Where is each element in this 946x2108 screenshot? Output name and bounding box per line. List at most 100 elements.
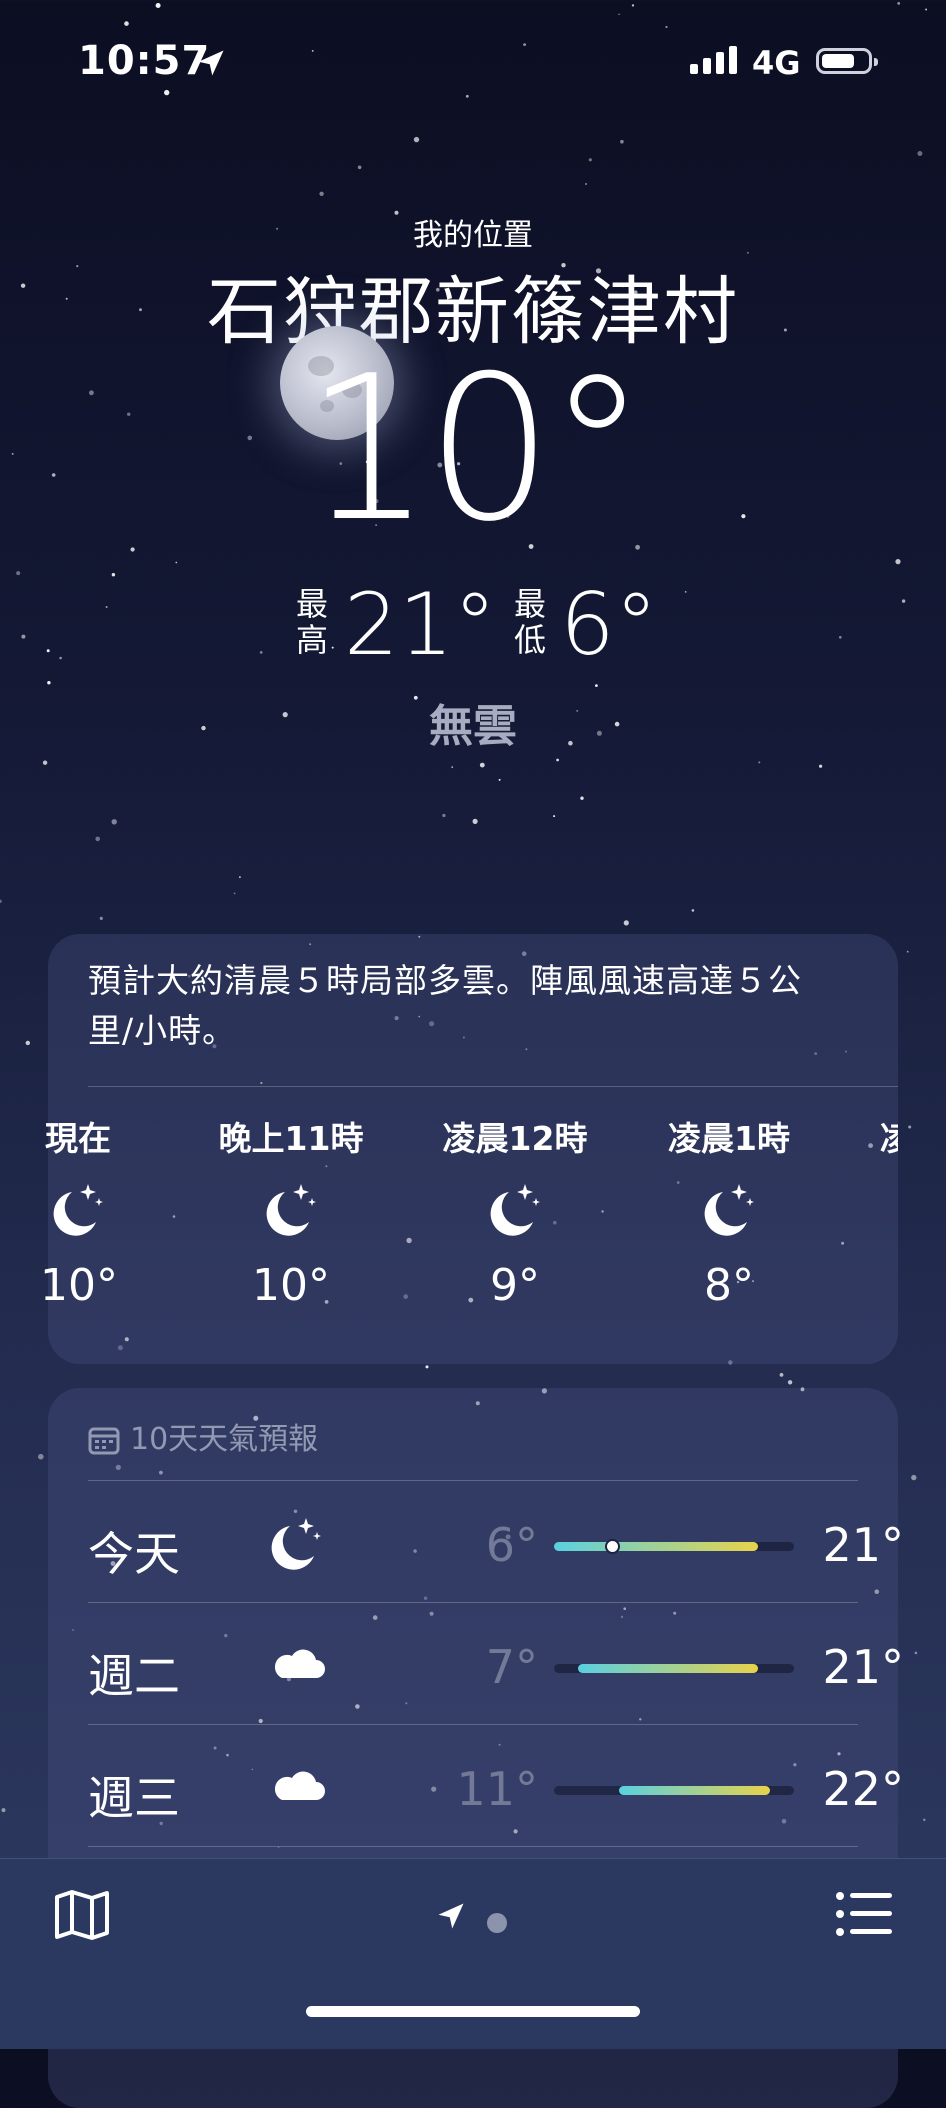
calendar-icon: [88, 1427, 120, 1455]
battery-icon: [816, 48, 878, 74]
home-indicator[interactable]: [306, 2006, 640, 2017]
hour-item: 現在 10°: [40, 1112, 118, 1311]
star: [917, 151, 923, 156]
temperature-range-bar: [554, 1539, 794, 1554]
star: [357, 165, 362, 170]
high-label: 最高: [295, 585, 328, 659]
star: [238, 876, 241, 879]
star: [914, 1651, 918, 1655]
star: [99, 916, 103, 921]
hour-label: 凌晨1時: [668, 1119, 790, 1158]
day-row[interactable]: 週二 7° 21°: [88, 1604, 904, 1724]
current-temperature: 10°: [304, 333, 648, 566]
hour-temperature: 10°: [252, 1260, 330, 1311]
day-row-today[interactable]: 今天 6° 21°: [88, 1482, 904, 1602]
hour-temperature: 9°: [490, 1260, 540, 1311]
hour-label: 凌: [880, 1119, 898, 1158]
star: [908, 1125, 912, 1129]
star: [233, 892, 236, 895]
star: [442, 813, 446, 818]
temperature-range-fill: [578, 1664, 758, 1673]
star: [111, 819, 117, 825]
row-divider: [88, 1724, 858, 1725]
star: [47, 681, 51, 685]
low-temperature: 6°: [560, 575, 658, 675]
cloud-icon: [274, 1771, 325, 1800]
moon-stars-icon: [266, 1184, 316, 1236]
forecast-summary: 預計大約清晨５時局部多雲。陣風風速高達５公里/小時。: [88, 961, 802, 1050]
day-label: 今天: [88, 1527, 180, 1581]
day-low: 11°: [456, 1762, 538, 1816]
hour-temperature: 10°: [40, 1260, 118, 1311]
star: [479, 762, 485, 768]
star: [0, 899, 2, 903]
page-indicator-dot[interactable]: [487, 1913, 507, 1933]
day-high: 21°: [822, 1518, 904, 1572]
star: [451, 766, 454, 768]
star: [111, 573, 116, 577]
star: [556, 758, 559, 762]
network-type: 4G: [752, 44, 801, 82]
cloud-icon: [274, 1649, 325, 1678]
card-divider: [88, 1480, 858, 1481]
star: [911, 1474, 917, 1481]
star: [580, 796, 584, 800]
star: [895, 559, 901, 565]
high-temperature: 21°: [344, 575, 497, 675]
temperature-range-fill: [618, 1786, 770, 1795]
hour-label: 晚上11時: [218, 1119, 364, 1158]
moon-stars-icon: [53, 1184, 103, 1236]
low-label: 最低: [513, 585, 546, 659]
status-bar: 10:57 4G: [0, 0, 946, 120]
hour-item: 凌晨12時 9°: [440, 1112, 590, 1311]
row-divider: [88, 1602, 858, 1603]
star: [620, 139, 624, 144]
star: [779, 1373, 784, 1377]
list-icon[interactable]: [836, 1891, 892, 1937]
star: [16, 571, 21, 576]
temperature-range-fill: [554, 1542, 758, 1551]
star: [588, 158, 592, 162]
star: [623, 920, 629, 926]
star: [25, 1040, 30, 1046]
temperature-range-bar: [554, 1786, 794, 1795]
condition-text: 無雲: [429, 701, 517, 752]
star: [413, 136, 420, 143]
hour-label: 現在: [45, 1119, 111, 1158]
current-temp-marker: [604, 1539, 620, 1554]
day-label: 週二: [88, 1649, 180, 1703]
bottom-toolbar: [0, 1858, 946, 2049]
cellular-signal-icon: [690, 46, 737, 74]
current-location-page-icon[interactable]: [436, 1901, 466, 1931]
star: [472, 818, 478, 825]
temperature-range-bar: [554, 1664, 794, 1673]
moon-stars-icon: [490, 1184, 540, 1236]
day-label: 週三: [88, 1771, 180, 1825]
ten-day-header: 10天天氣預報: [88, 1414, 318, 1458]
star: [585, 183, 588, 185]
hour-item-partial: 凌: [880, 1112, 898, 1160]
location-arrow-icon: [198, 50, 224, 76]
star: [819, 764, 823, 768]
moon-stars-icon: [271, 1518, 321, 1570]
star: [42, 760, 48, 765]
star: [691, 909, 695, 912]
location-caption: 我的位置: [413, 218, 533, 253]
day-low: 7°: [485, 1640, 538, 1694]
status-time: 10:57: [78, 38, 211, 84]
star: [498, 778, 501, 781]
moon-stars-icon: [704, 1184, 754, 1236]
star: [175, 561, 178, 564]
star: [787, 1380, 793, 1385]
hour-item: 晚上11時 10°: [216, 1112, 366, 1311]
hourly-scroll[interactable]: 現在 10° 晚上11時 10° 凌晨12時 9° 凌晨1時 8° 凌: [40, 1112, 898, 1352]
star: [906, 950, 909, 953]
map-icon[interactable]: [54, 1889, 110, 1941]
star: [595, 684, 598, 687]
star: [95, 836, 100, 842]
day-low: 6°: [485, 1518, 538, 1572]
star: [38, 1453, 44, 1460]
star: [425, 1365, 429, 1369]
day-high: 22°: [822, 1762, 904, 1816]
day-row[interactable]: 週三 11° 22°: [88, 1726, 904, 1846]
